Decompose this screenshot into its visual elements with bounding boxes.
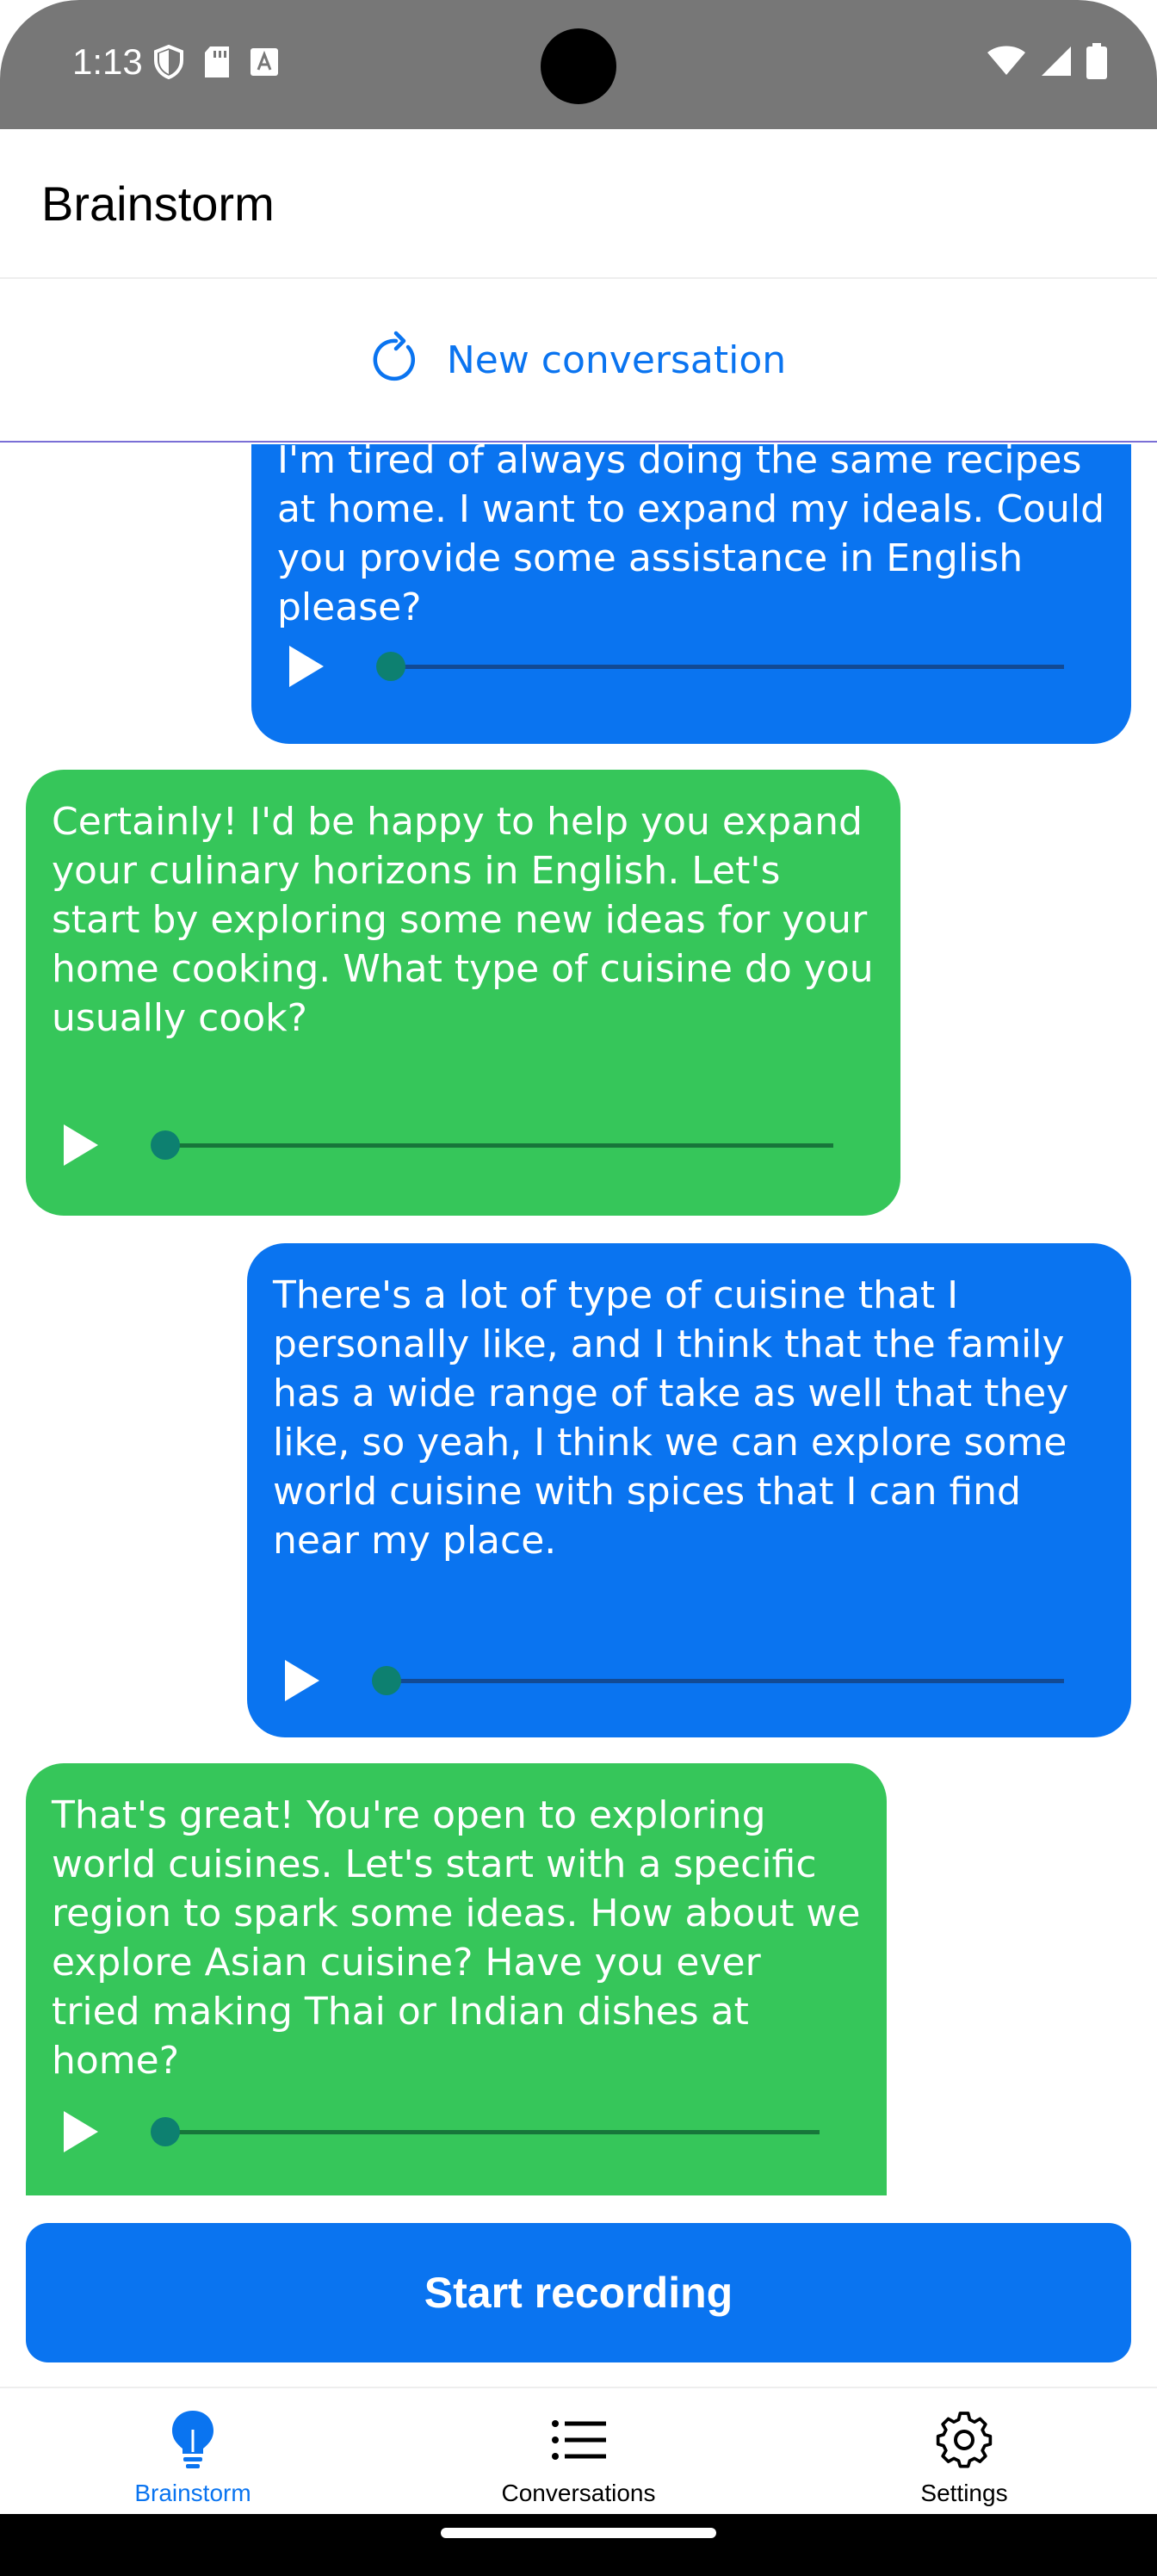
audio-player	[52, 2106, 820, 2158]
gesture-area	[0, 2514, 1157, 2576]
page-title: Brainstorm	[41, 176, 275, 231]
assistant-message: That's great! You're open to exploring w…	[26, 1763, 887, 2195]
status-time: 1:13	[72, 41, 143, 82]
nav-item-settings[interactable]: Settings	[771, 2388, 1157, 2516]
nav-label-brainstorm: Brainstorm	[134, 2480, 251, 2506]
audio-progress-slider[interactable]	[376, 651, 1064, 681]
conversation-list[interactable]: I'm tired of always doing the same recip…	[0, 444, 1157, 2195]
play-icon[interactable]	[285, 1660, 319, 1701]
message-text: I'm tired of always doing the same recip…	[277, 444, 1117, 629]
audio-progress-slider[interactable]	[151, 2116, 820, 2146]
sd-card-icon	[203, 46, 231, 82]
audio-progress-slider[interactable]	[372, 1665, 1064, 1695]
battery-icon	[1086, 43, 1107, 83]
audio-player	[273, 1655, 1064, 1706]
new-conversation-label: New conversation	[446, 337, 787, 382]
message-text: There's a lot of type of cuisine that I …	[273, 1273, 1081, 1563]
signal-icon	[1040, 45, 1073, 81]
slider-thumb[interactable]	[376, 651, 405, 681]
wifi-icon	[987, 46, 1026, 80]
nav-item-conversations[interactable]: Conversations	[386, 2388, 771, 2516]
refresh-icon	[371, 331, 421, 389]
start-recording-button[interactable]: Start recording	[26, 2223, 1131, 2362]
new-conversation-button[interactable]: New conversation	[0, 277, 1157, 443]
audio-player	[277, 641, 1064, 692]
gear-icon	[934, 2406, 994, 2474]
slider-thumb[interactable]	[151, 1130, 180, 1160]
assistant-message: Certainly! I'd be happy to help you expa…	[26, 770, 900, 1216]
camera-cutout	[541, 28, 616, 104]
slider-thumb[interactable]	[372, 1665, 401, 1695]
play-icon[interactable]	[64, 2111, 98, 2152]
app-bar: Brainstorm	[0, 129, 1157, 277]
nav-label-conversations: Conversations	[501, 2480, 656, 2506]
bottom-navigation: Brainstorm Conversations Settings	[0, 2387, 1157, 2516]
list-icon	[551, 2406, 606, 2474]
play-icon[interactable]	[64, 1124, 98, 1166]
audio-player	[52, 1119, 833, 1171]
play-icon[interactable]	[289, 646, 324, 687]
status-icons-left	[153, 44, 279, 83]
status-bar: 1:13	[0, 0, 1157, 129]
lightbulb-icon	[169, 2406, 217, 2474]
user-message: There's a lot of type of cuisine that I …	[247, 1243, 1131, 1737]
home-gesture-bar[interactable]	[441, 2528, 716, 2538]
user-message: I'm tired of always doing the same recip…	[251, 444, 1131, 744]
slider-thumb[interactable]	[151, 2116, 180, 2146]
message-text: Certainly! I'd be happy to help you expa…	[52, 800, 886, 1040]
message-text: That's great! You're open to exploring w…	[52, 1793, 873, 2083]
audio-progress-slider[interactable]	[151, 1130, 833, 1160]
status-icons-right	[987, 43, 1107, 83]
nav-item-brainstorm[interactable]: Brainstorm	[0, 2388, 386, 2516]
nav-label-settings: Settings	[920, 2480, 1008, 2506]
shield-icon	[153, 44, 184, 83]
font-icon	[250, 47, 279, 80]
